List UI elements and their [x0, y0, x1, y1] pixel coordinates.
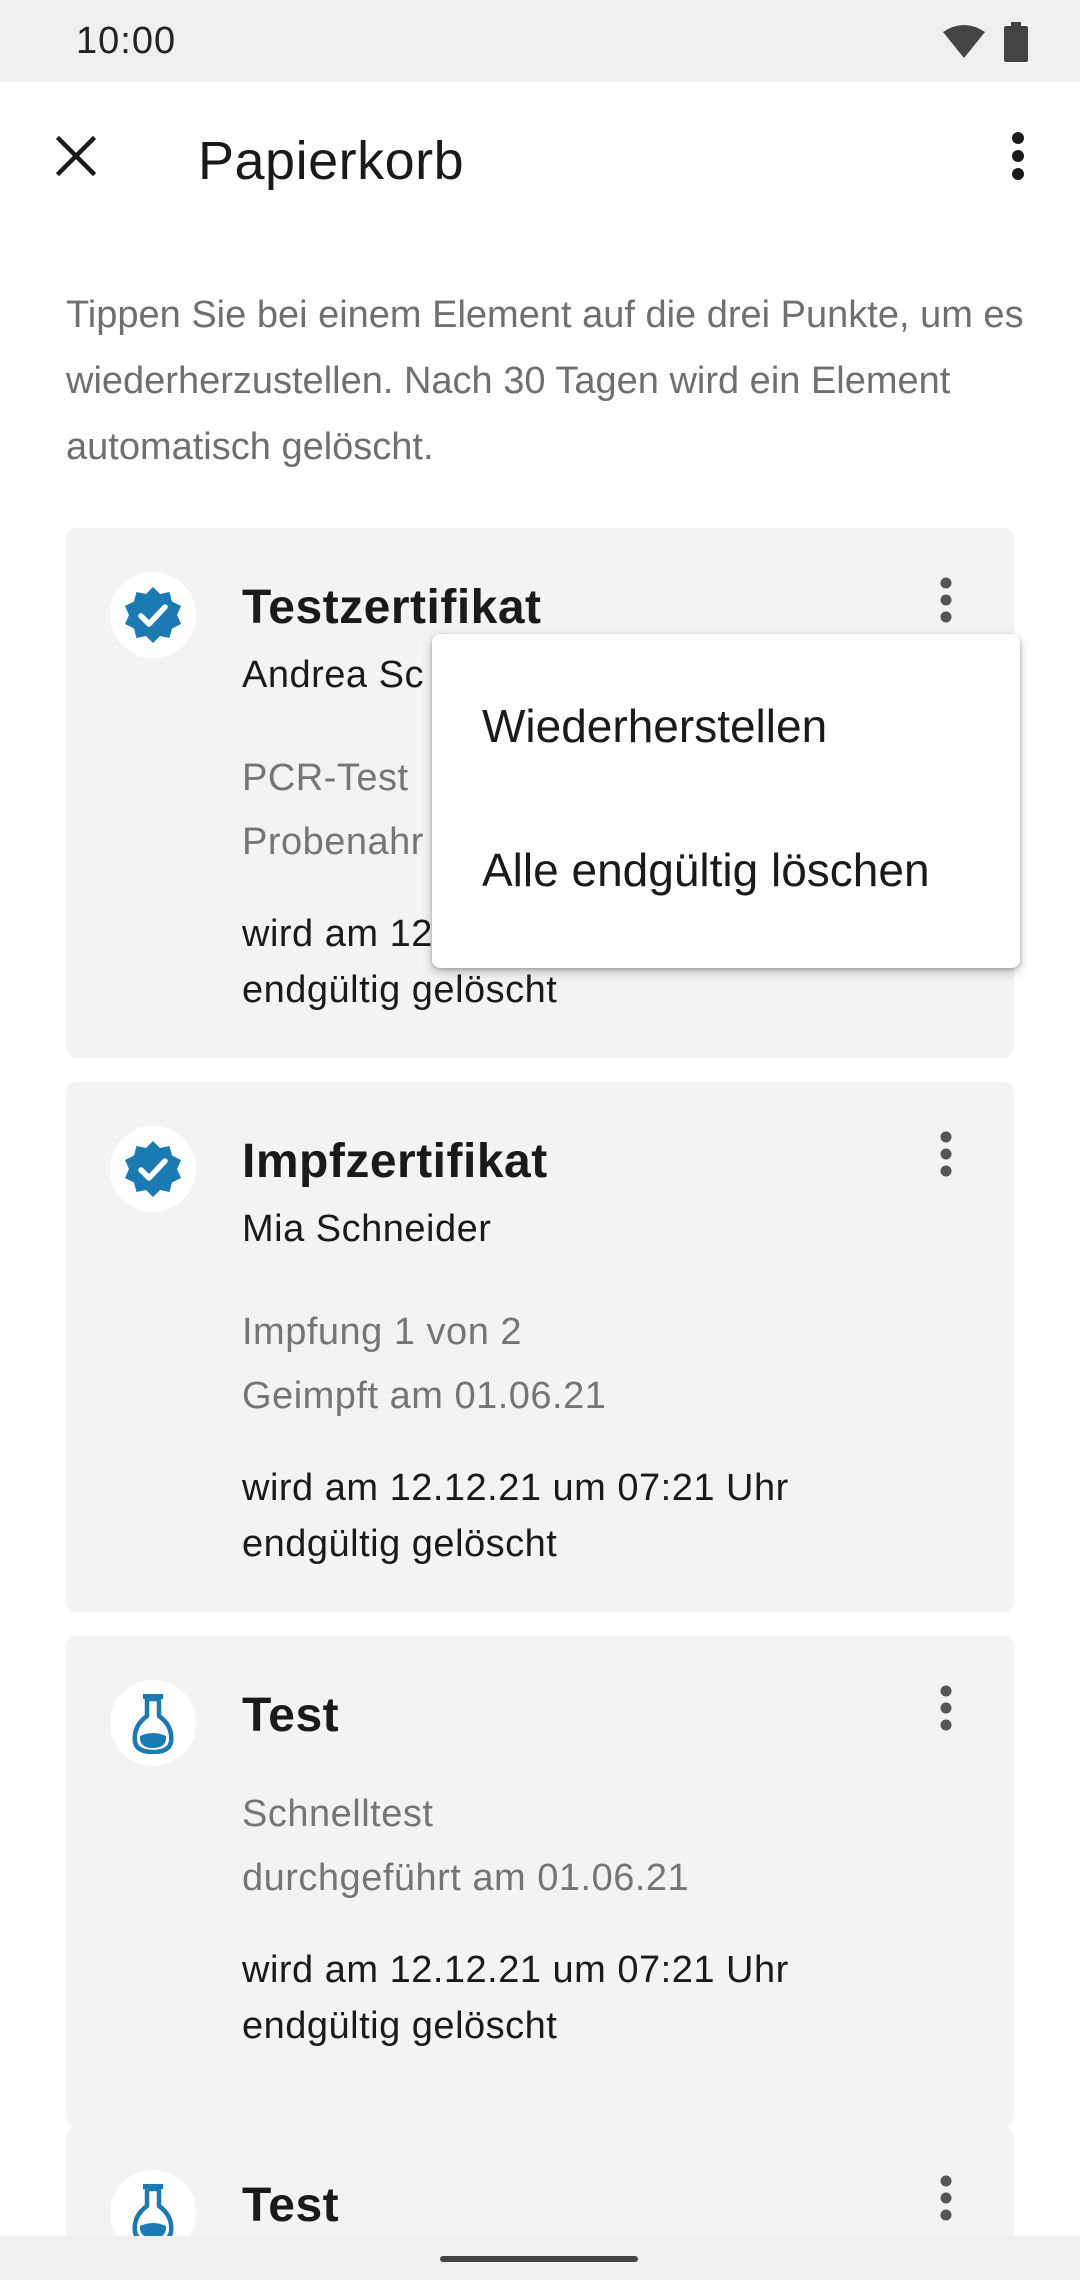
close-button[interactable] [40, 120, 112, 192]
trash-item-card[interactable]: Test Schnelltest durchgeführt am 01.06.2… [66, 1636, 1014, 2126]
card-test-type: PCR-Test [242, 757, 409, 799]
card-test-date: durchgeführt am 01.06.21 [242, 1857, 690, 1899]
trash-screen: Papierkorb Tippen Sie bei einem Element … [0, 82, 1080, 2236]
card-more-button[interactable] [918, 2162, 974, 2234]
page-title: Papierkorb [198, 131, 465, 191]
card-vaccination-date: Geimpft am 01.06.21 [242, 1375, 607, 1417]
card-title: Test [242, 2179, 340, 2232]
overflow-menu-button[interactable] [982, 120, 1054, 192]
certificate-icon-container [110, 1126, 196, 1212]
card-more-button[interactable] [918, 1672, 974, 1744]
battery-icon [1004, 22, 1028, 62]
verified-badge-icon [125, 587, 181, 643]
card-title: Impfzertifikat [242, 1135, 548, 1188]
card-test-type: Schnelltest [242, 1793, 434, 1835]
card-deletion-note: endgültig gelöscht [242, 969, 558, 1011]
item-context-menu: Wiederherstellen Alle endgültig löschen [432, 634, 1020, 968]
more-vert-icon [940, 2175, 952, 2221]
status-bar: 10:00 [0, 0, 1080, 82]
card-deletion-date: wird am 12.12.21 um 07:21 Uhr [242, 1467, 789, 1509]
certificate-icon-container [110, 572, 196, 658]
more-vert-icon [940, 1685, 952, 1731]
status-icons [942, 22, 1028, 62]
flask-icon [132, 1694, 174, 1754]
card-more-button[interactable] [918, 564, 974, 636]
card-deletion-note: endgültig gelöscht [242, 2005, 558, 2047]
menu-item-delete-all[interactable]: Alle endgültig löschen [432, 800, 1020, 940]
card-dose-info: Impfung 1 von 2 [242, 1311, 523, 1353]
trash-item-card[interactable]: Impfzertifikat Mia Schneider Impfung 1 v… [66, 1082, 1014, 1612]
intro-text: Tippen Sie bei einem Element auf die dre… [66, 294, 1024, 468]
more-vert-icon [940, 577, 952, 623]
more-vert-icon [1012, 132, 1024, 180]
more-vert-icon [940, 1131, 952, 1177]
home-gesture-handle[interactable] [440, 2256, 638, 2262]
card-more-button[interactable] [918, 1118, 974, 1190]
navigation-bar [0, 2236, 1080, 2280]
flask-icon [132, 2184, 174, 2236]
card-person-name: Mia Schneider [242, 1208, 492, 1250]
card-title: Test [242, 1689, 340, 1742]
test-icon-container [110, 2170, 196, 2236]
card-sample-date: Probenahr [242, 821, 424, 863]
card-deletion-note: endgültig gelöscht [242, 1523, 558, 1565]
wifi-icon [943, 25, 985, 58]
status-time: 10:00 [76, 20, 177, 62]
card-person-name: Andrea Sc [242, 654, 424, 696]
verified-badge-icon [125, 1141, 181, 1197]
toolbar: Papierkorb [0, 82, 1080, 242]
menu-item-restore[interactable]: Wiederherstellen [432, 656, 1020, 796]
card-title: Testzertifikat [242, 581, 542, 634]
card-deletion-date: wird am 12.12.21 um 07:21 Uhr [242, 1949, 789, 1991]
close-icon [56, 136, 96, 176]
test-icon-container [110, 1680, 196, 1766]
trash-item-card[interactable]: Test [66, 2126, 1014, 2236]
